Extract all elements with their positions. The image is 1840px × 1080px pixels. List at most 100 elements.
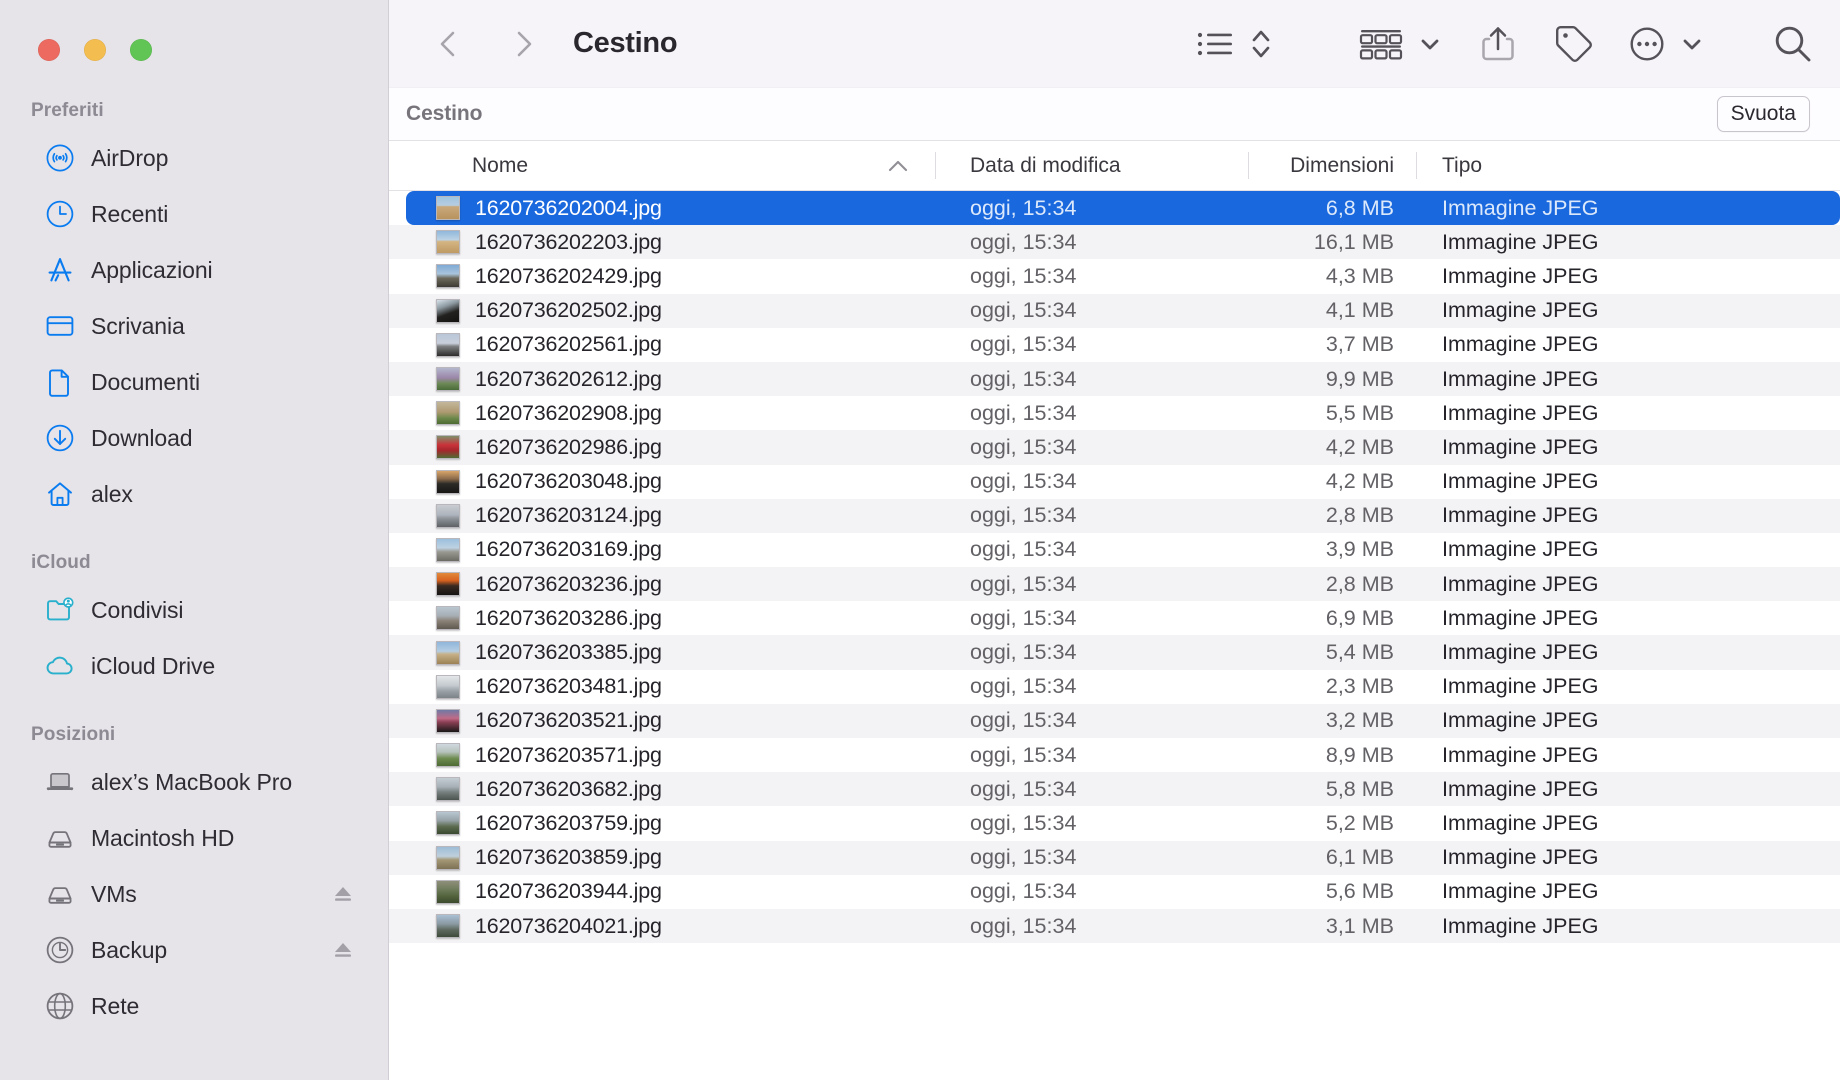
table-row[interactable]: 1620736203682.jpg oggi, 15:34 5,8 MB Immagi…: [389, 772, 1840, 807]
eject-icon[interactable]: [332, 883, 354, 905]
sidebar-item-macintosh-hd[interactable]: Macintosh HD: [14, 810, 374, 866]
table-row[interactable]: 1620736202561.jpg oggi, 15:34 3,7 MB Immagi…: [389, 328, 1840, 362]
column-header-date-label: Data di modifica: [970, 153, 1121, 177]
table-row[interactable]: 1620736203859.jpg oggi, 15:34 6,1 MB Immagi…: [389, 840, 1840, 875]
cell-size: 4,1 MB: [1325, 298, 1394, 323]
image-thumbnail-icon: [436, 230, 460, 255]
file-name: 1620736202502.jpg: [475, 298, 662, 323]
file-name: 1620736203236.jpg: [475, 571, 662, 596]
sort-order-button[interactable]: [1250, 26, 1272, 62]
cell-kind: Immagine JPEG: [1442, 469, 1599, 494]
cell-size: 5,6 MB: [1325, 879, 1394, 904]
table-row[interactable]: 1620736203169.jpg oggi, 15:34 3,9 MB Immagi…: [389, 533, 1840, 567]
table-row[interactable]: 1620736203286.jpg oggi, 15:34 6,9 MB Immagi…: [389, 601, 1840, 635]
cell-size: 5,2 MB: [1325, 810, 1394, 835]
table-row[interactable]: 1620736202502.jpg oggi, 15:34 4,1 MB Immagi…: [389, 293, 1840, 328]
cell-name: 1620736203521.jpg: [389, 704, 935, 738]
sidebar-item-label: Backup: [91, 936, 168, 963]
sidebar-item-vms[interactable]: VMs: [14, 866, 374, 922]
empty-trash-button[interactable]: Svuota: [1716, 95, 1810, 133]
close-button[interactable]: [38, 39, 60, 61]
column-header-kind-label: Tipo: [1442, 153, 1483, 177]
sidebar-item-backup[interactable]: Backup: [14, 922, 374, 978]
table-row[interactable]: 1620736204021.jpg oggi, 15:34 3,1 MB Immagi…: [389, 908, 1840, 944]
cell-size: 5,8 MB: [1325, 776, 1394, 801]
share-button[interactable]: [1480, 24, 1516, 64]
file-name: 1620736203682.jpg: [475, 776, 662, 801]
table-row[interactable]: 1620736202004.jpg oggi, 15:34 6,8 MB Immagi…: [389, 191, 1840, 226]
cell-size: 6,9 MB: [1325, 605, 1394, 630]
more-options-button[interactable]: [1628, 25, 1666, 63]
cell-date: oggi, 15:34: [970, 537, 1077, 562]
forward-button[interactable]: [497, 17, 551, 71]
table-row[interactable]: 1620736203048.jpg oggi, 15:34 4,2 MB Immagi…: [389, 465, 1840, 499]
cell-date: oggi, 15:34: [970, 503, 1077, 528]
cell-kind: Immagine JPEG: [1442, 845, 1599, 870]
table-row[interactable]: 1620736203124.jpg oggi, 15:34 2,8 MB Immagi…: [389, 498, 1840, 533]
file-list[interactable]: 1620736202004.jpg oggi, 15:34 6,8 MB Immagi…: [389, 191, 1840, 1080]
more-options-group[interactable]: [1628, 25, 1704, 63]
table-row[interactable]: 1620736203236.jpg oggi, 15:34 2,8 MB Immagi…: [389, 567, 1840, 602]
file-name: 1620736202429.jpg: [475, 263, 662, 288]
sidebar-item-applicazioni[interactable]: Applicazioni: [14, 242, 374, 298]
zoom-button[interactable]: [130, 39, 152, 61]
cell-name: 1620736204021.jpg: [389, 909, 935, 943]
sidebar-item-airdrop[interactable]: AirDrop: [14, 130, 374, 186]
sidebar-item-scrivania[interactable]: Scrivania: [14, 298, 374, 354]
column-header-size[interactable]: Dimensioni: [1248, 141, 1416, 190]
minimize-button[interactable]: [84, 39, 106, 61]
sidebar-item-icloud-drive[interactable]: iCloud Drive: [14, 638, 374, 694]
cell-name: 1620736202561.jpg: [389, 328, 935, 362]
table-row[interactable]: 1620736203759.jpg oggi, 15:34 5,2 MB Immagi…: [389, 806, 1840, 840]
list-view-icon: [1197, 32, 1232, 55]
group-by-button[interactable]: [1358, 27, 1404, 61]
table-row[interactable]: 1620736202612.jpg oggi, 15:34 9,9 MB Immagi…: [389, 361, 1840, 397]
table-row[interactable]: 1620736202429.jpg oggi, 15:34 4,3 MB Immagi…: [389, 259, 1840, 293]
cell-date: oggi, 15:34: [970, 913, 1077, 938]
search-button[interactable]: [1772, 23, 1814, 65]
column-header-kind[interactable]: Tipo: [1416, 141, 1840, 190]
image-thumbnail-icon: [436, 879, 460, 904]
sidebar-item-label: Scrivania: [91, 312, 185, 339]
list-view-button[interactable]: [1196, 28, 1236, 60]
cell-date: oggi, 15:34: [970, 640, 1077, 665]
cell-kind: Immagine JPEG: [1442, 537, 1599, 562]
cell-size: 16,1 MB: [1313, 229, 1394, 254]
sidebar-item-recenti[interactable]: Recenti: [14, 186, 374, 242]
table-row[interactable]: 1620736203944.jpg oggi, 15:34 5,6 MB Immagi…: [389, 875, 1840, 909]
sidebar-groups: Preferiti AirDrop Recenti Applicazioni S…: [0, 0, 388, 1034]
table-row[interactable]: 1620736202986.jpg oggi, 15:34 4,2 MB Immagi…: [389, 430, 1840, 465]
table-row[interactable]: 1620736203481.jpg oggi, 15:34 2,3 MB Immagi…: [389, 670, 1840, 704]
more-options-chevron-button[interactable]: [1680, 32, 1704, 56]
cell-kind: Immagine JPEG: [1442, 879, 1599, 904]
sidebar-item-rete[interactable]: Rete: [14, 978, 374, 1034]
table-row[interactable]: 1620736202908.jpg oggi, 15:34 5,5 MB Immagi…: [389, 396, 1840, 430]
column-header-date[interactable]: Data di modifica: [935, 141, 1248, 190]
eject-icon[interactable]: [332, 939, 354, 961]
sidebar-item-label: Download: [91, 424, 193, 451]
table-row[interactable]: 1620736203521.jpg oggi, 15:34 3,2 MB Immagi…: [389, 703, 1840, 738]
sidebar-item-documenti[interactable]: Documenti: [14, 354, 374, 410]
cell-name: 1620736203385.jpg: [389, 635, 935, 669]
group-by-group[interactable]: [1358, 27, 1442, 61]
image-thumbnail-icon: [436, 845, 460, 870]
cell-date: oggi, 15:34: [970, 845, 1077, 870]
table-row[interactable]: 1620736202203.jpg oggi, 15:34 16,1 MB Immag…: [389, 225, 1840, 260]
table-row[interactable]: 1620736203571.jpg oggi, 15:34 8,9 MB Immagi…: [389, 738, 1840, 772]
column-header-name[interactable]: Nome: [389, 141, 935, 190]
back-button[interactable]: [421, 17, 475, 71]
view-options-group[interactable]: [1196, 26, 1272, 62]
timemachine-icon-wrap: [45, 935, 75, 965]
cell-size: 3,9 MB: [1325, 537, 1394, 562]
sidebar-item-alex-s-macbook-pro[interactable]: alex’s MacBook Pro: [14, 754, 374, 810]
sidebar-item-alex[interactable]: alex: [14, 466, 374, 522]
group-by-chevron-button[interactable]: [1418, 32, 1442, 56]
sort-ascending-icon: [888, 160, 908, 171]
cell-size: 3,2 MB: [1325, 708, 1394, 733]
chevron-right-icon: [517, 31, 532, 56]
file-name: 1620736202004.jpg: [475, 195, 662, 220]
sidebar-item-condivisi[interactable]: Condivisi: [14, 582, 374, 638]
sidebar-item-download[interactable]: Download: [14, 410, 374, 466]
tag-button[interactable]: [1554, 24, 1594, 64]
table-row[interactable]: 1620736203385.jpg oggi, 15:34 5,4 MB Immagi…: [389, 635, 1840, 670]
